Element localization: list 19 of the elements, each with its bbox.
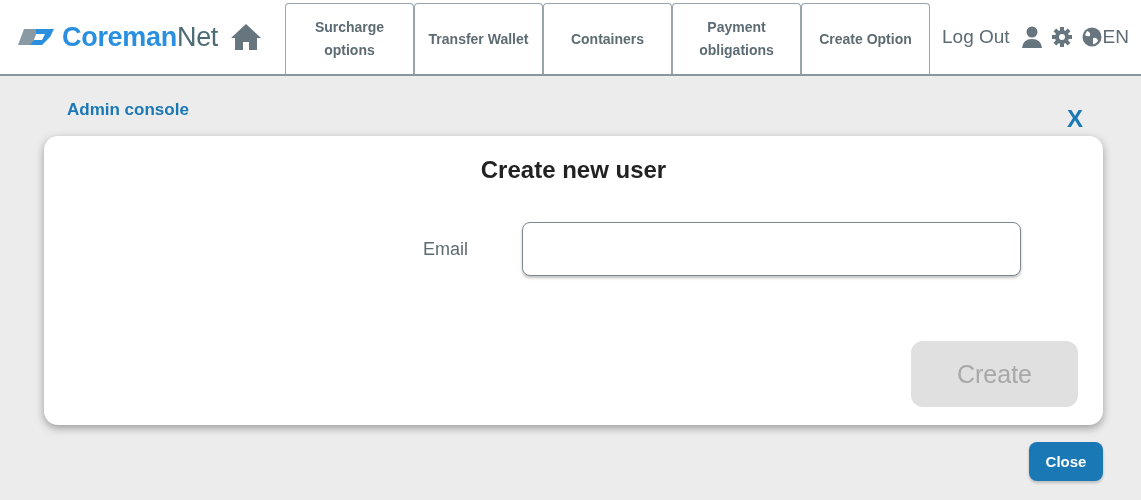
nav-tab[interactable]: Create Option bbox=[801, 3, 930, 74]
logo-icon bbox=[16, 26, 56, 48]
logout-link[interactable]: Log Out bbox=[942, 26, 1010, 48]
close-button[interactable]: X bbox=[1067, 105, 1103, 133]
nav-tab[interactable]: Payment obligations bbox=[672, 3, 801, 74]
language-selector[interactable]: EN bbox=[1081, 26, 1129, 48]
nav-tab[interactable]: Containers bbox=[543, 3, 672, 74]
email-field[interactable] bbox=[522, 222, 1021, 276]
globe-icon bbox=[1081, 27, 1102, 47]
user-icon[interactable] bbox=[1021, 26, 1042, 48]
brand-logo[interactable]: CoremanNet bbox=[62, 21, 219, 53]
home-icon[interactable] bbox=[230, 23, 263, 51]
dialog-title: Create new user bbox=[479, 156, 668, 184]
field-label: Email bbox=[422, 238, 469, 260]
page-title: Admin console bbox=[67, 100, 189, 120]
settings-icon[interactable] bbox=[1051, 27, 1072, 47]
close-button[interactable]: Close bbox=[1029, 442, 1103, 481]
nav-tab[interactable]: Surcharge options bbox=[285, 3, 414, 74]
nav-tab[interactable]: Transfer Wallet bbox=[414, 3, 543, 74]
